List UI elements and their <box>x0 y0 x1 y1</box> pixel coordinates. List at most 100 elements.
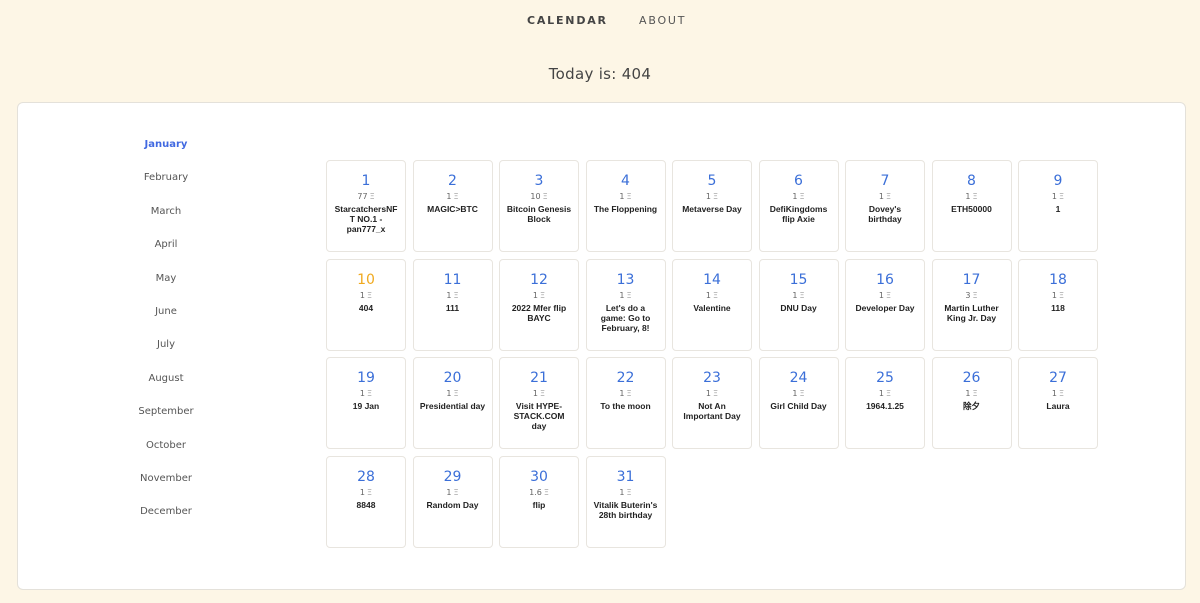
day-number: 31 <box>616 468 635 485</box>
day-cell[interactable]: 22 1 Ξ To the moon <box>585 357 666 449</box>
month-item-april[interactable]: April <box>118 238 214 271</box>
day-cell[interactable]: 7 1 Ξ Dovey's birthday <box>845 160 925 252</box>
day-cell[interactable]: 19 1 Ξ 19 Jan <box>326 357 406 449</box>
day-price: 1Ξ <box>1019 291 1097 301</box>
day-number: 3 <box>534 173 544 189</box>
month-item-september[interactable]: September <box>118 405 214 438</box>
day-cell[interactable]: 23 1 Ξ Not An Important Day <box>672 357 752 449</box>
day-cell[interactable]: 13 1 Ξ Let's do a game: Go to February, 8! <box>585 258 666 351</box>
day-price: 77 Ξ <box>327 192 405 202</box>
day-cell[interactable]: 2 1 Ξ MAGIC>BTC <box>412 160 493 252</box>
day-title: StarcatchersNFT NO.1 - pan777_x <box>334 204 398 234</box>
nav-about-link[interactable]: ABOUT <box>639 14 686 27</box>
day-cell[interactable]: 12 1 Ξ 2022 Mfer flip BAYC <box>499 258 579 351</box>
day-cell[interactable]: 25 1 Ξ 1964.1.25 <box>845 357 925 449</box>
eth-icon: Ξ <box>713 192 719 201</box>
price-value: 1 <box>1051 290 1058 300</box>
day-cell[interactable]: 14 1 Ξ Valentine <box>672 258 752 351</box>
day-number: 19 <box>357 370 375 386</box>
day-title: Metaverse Day <box>682 204 742 214</box>
eth-icon: Ξ <box>799 389 805 398</box>
day-number: 2 <box>448 173 457 189</box>
price-value: 77 <box>357 192 368 201</box>
day-cell[interactable]: 29 1 Ξ Random Day <box>412 455 493 548</box>
month-item-march[interactable]: March <box>118 205 214 238</box>
price-value: 1 <box>532 389 539 398</box>
month-item-january[interactable]: January <box>118 138 214 171</box>
eth-icon: Ξ <box>540 389 546 398</box>
day-title: 1964.1.25 <box>866 401 904 411</box>
day-cell[interactable]: 4 1 Ξ The Floppening <box>585 160 666 252</box>
day-cell[interactable]: 10 1 Ξ 404 <box>326 258 406 351</box>
day-title: Valentine <box>693 302 731 313</box>
price-value: 1 <box>878 290 885 300</box>
day-number: 18 <box>1049 271 1067 288</box>
day-number: 16 <box>876 271 894 288</box>
day-cell[interactable]: 8 1 Ξ ETH50000 <box>931 160 1012 252</box>
day-cell[interactable]: 3 10 Ξ Bitcoin Genesis Block <box>499 160 579 252</box>
month-item-july[interactable]: July <box>118 338 214 371</box>
day-number: 14 <box>703 271 721 288</box>
day-title: Let's do a game: Go to February, 8! <box>600 302 651 333</box>
day-price: 1Ξ <box>587 389 665 399</box>
month-item-november[interactable]: November <box>118 472 214 505</box>
day-number: 1 <box>361 173 371 189</box>
price-value: 1 <box>878 192 885 201</box>
price-value: 1 <box>619 487 625 497</box>
month-item-august[interactable]: August <box>118 372 214 405</box>
day-cell[interactable]: 15 1 Ξ DNU Day <box>758 258 839 351</box>
day-cell[interactable]: 9 1Ξ1 <box>1018 160 1098 252</box>
day-cell[interactable]: 11 1 Ξ 111 <box>412 258 493 351</box>
month-item-october[interactable]: October <box>118 439 214 472</box>
eth-icon: Ξ <box>886 389 892 398</box>
day-cell[interactable]: 17 3 Ξ Martin Luther King Jr. Day <box>931 258 1012 351</box>
eth-icon: Ξ <box>367 487 373 497</box>
day-cell[interactable]: 30 1.6 Ξflip <box>499 455 579 548</box>
day-number: 5 <box>707 173 717 189</box>
price-value: 1 <box>446 487 452 497</box>
day-price: 1Ξ <box>846 389 924 399</box>
day-title: DefiKingdoms flip Axie <box>769 204 828 224</box>
price-value: 1 <box>619 290 625 300</box>
day-cell[interactable]: 26 1 Ξ 除夕 <box>931 357 1012 449</box>
day-cell[interactable]: 18 1 Ξ 118 <box>1018 258 1098 351</box>
price-value: 1 <box>619 192 625 201</box>
day-cell[interactable]: 5 1 Ξ Metaverse Day <box>672 160 752 252</box>
day-price: 1Ξ <box>587 192 665 202</box>
day-cell[interactable]: 24 1 Ξ Girl Child Day <box>758 357 839 449</box>
month-item-february[interactable]: February <box>118 171 214 204</box>
eth-icon: Ξ <box>367 290 373 300</box>
day-cell[interactable]: 28 1 Ξ 8848 <box>326 455 406 548</box>
month-item-december[interactable]: December <box>118 505 214 538</box>
price-value: 3 <box>965 290 971 300</box>
day-cell[interactable]: 21 1 Ξ Visit HYPE-STACK.COM day <box>499 357 579 449</box>
day-number: 9 <box>1053 173 1063 189</box>
month-item-june[interactable]: June <box>118 305 214 338</box>
day-price: 1Ξ <box>1019 192 1097 202</box>
day-title: MAGIC>BTC <box>427 204 478 214</box>
price-value: 1 <box>705 290 712 300</box>
price-value: 1 <box>705 192 712 201</box>
eth-icon: Ξ <box>453 290 459 300</box>
day-price: 1Ξ <box>414 389 492 399</box>
day-number: 7 <box>880 173 890 189</box>
day-cell[interactable]: 6 1 Ξ DefiKingdoms flip Axie <box>758 160 839 252</box>
eth-icon: Ξ <box>972 290 978 300</box>
eth-icon: Ξ <box>626 487 632 497</box>
day-cell[interactable]: 27 1 Ξ Laura <box>1018 357 1098 449</box>
calendar-panel: January February March April May June July Augu… <box>17 102 1186 590</box>
day-title: 19 Jan <box>352 401 380 411</box>
price-value: 1 <box>446 290 452 300</box>
day-cell[interactable]: 1 77 Ξ StarcatchersNFT NO.1 - pan777_x <box>326 160 406 252</box>
day-title: Visit HYPE-STACK.COM day <box>513 401 565 431</box>
day-grid: 1 77 Ξ StarcatchersNFT NO.1 - pan777_x 2 1 Ξ MA… <box>326 160 1098 548</box>
day-title: 8848 <box>356 499 376 510</box>
day-cell[interactable]: 20 1 Ξ Presidential day <box>412 357 493 449</box>
day-cell[interactable]: 31 1 Ξ Vitalik Buterin's 28th birthday <box>585 455 666 548</box>
eth-icon: Ξ <box>453 389 459 398</box>
day-price: 1Ξ <box>673 291 751 301</box>
day-cell[interactable]: 16 1 Ξ Developer Day <box>845 258 925 351</box>
month-item-may[interactable]: May <box>118 272 214 305</box>
nav-calendar-link[interactable]: CALENDAR <box>527 14 608 27</box>
price-value: 1 <box>1051 192 1058 201</box>
